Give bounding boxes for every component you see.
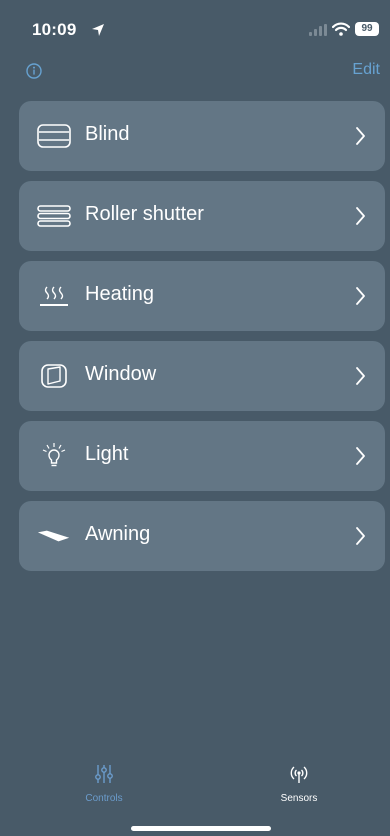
status-bar: 10:09 99	[0, 0, 390, 58]
control-label: Heating	[85, 283, 154, 305]
cellular-signal-icon	[309, 24, 327, 36]
blind-icon	[37, 123, 71, 149]
tab-label: Controls	[85, 793, 123, 804]
chevron-right-icon	[356, 207, 365, 225]
control-label: Light	[85, 443, 129, 465]
control-item-window[interactable]: Window	[19, 341, 385, 411]
status-time: 10:09	[32, 20, 77, 39]
home-indicator[interactable]	[131, 826, 271, 831]
control-label: Roller shutter	[85, 203, 204, 225]
heating-icon	[37, 283, 71, 309]
light-bulb-icon	[37, 443, 71, 469]
control-item-blind[interactable]: Blind	[19, 101, 385, 171]
location-arrow-icon	[92, 24, 104, 36]
tab-label: Sensors	[280, 793, 318, 804]
info-icon[interactable]	[26, 63, 42, 79]
control-label: Blind	[85, 123, 130, 145]
controls-list: Blind Roller shutter Heating Window Ligh…	[19, 101, 385, 581]
control-item-roller-shutter[interactable]: Roller shutter	[19, 181, 385, 251]
tab-bar: Controls Sensors	[0, 754, 390, 814]
chevron-right-icon	[356, 287, 365, 305]
sliders-icon	[95, 765, 113, 783]
top-bar: Edit	[0, 58, 390, 88]
window-icon	[37, 363, 71, 389]
control-item-light[interactable]: Light	[19, 421, 385, 491]
awning-icon	[37, 523, 71, 549]
control-label: Awning	[85, 523, 151, 545]
chevron-right-icon	[356, 527, 365, 545]
wifi-icon	[332, 22, 350, 36]
antenna-icon	[290, 766, 308, 783]
tab-controls[interactable]: Controls	[44, 754, 164, 806]
chevron-right-icon	[356, 447, 365, 465]
chevron-right-icon	[356, 367, 365, 385]
roller-shutter-icon	[37, 203, 71, 229]
tab-sensors[interactable]: Sensors	[239, 754, 359, 806]
battery-indicator: 99	[355, 22, 379, 36]
chevron-right-icon	[356, 127, 365, 145]
control-label: Window	[85, 363, 157, 385]
edit-button[interactable]: Edit	[352, 61, 380, 79]
control-item-heating[interactable]: Heating	[19, 261, 385, 331]
control-item-awning[interactable]: Awning	[19, 501, 385, 571]
